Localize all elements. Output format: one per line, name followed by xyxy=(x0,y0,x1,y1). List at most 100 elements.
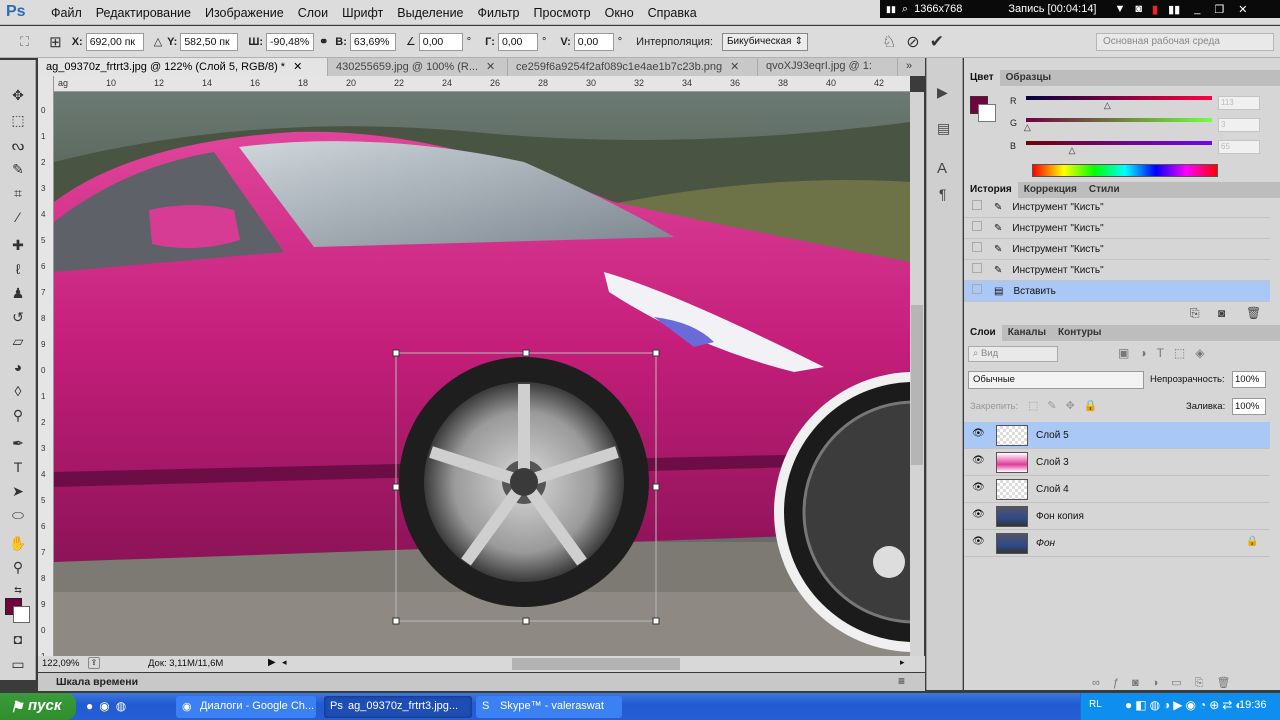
history-brush-tool-icon[interactable]: ↺ xyxy=(9,308,27,326)
r-slider-thumb[interactable]: △ xyxy=(1104,100,1111,111)
height-field[interactable] xyxy=(349,32,396,51)
warp-icon[interactable]: ♘ xyxy=(882,32,896,52)
healing-tool-icon[interactable]: ✚ xyxy=(9,236,27,254)
layer-actions[interactable]: ∞ƒ◙◑▭⎘🗑 xyxy=(1092,676,1243,690)
menu-select[interactable]: Выделение xyxy=(390,6,470,20)
tool-preset-icon[interactable]: ⛶ xyxy=(20,34,29,50)
commit-transform-icon[interactable]: ✔ xyxy=(930,32,944,52)
tray-icons[interactable]: ●◧◍◑▶◉◔⊕⇄◐ xyxy=(1125,698,1246,712)
brush-tool-icon[interactable]: ℓ xyxy=(9,260,27,278)
minimize-icon[interactable]: _ xyxy=(1194,3,1200,15)
properties-icon[interactable]: ▤ xyxy=(937,120,950,137)
opacity-field[interactable]: 100% xyxy=(1232,371,1266,388)
eye-icon[interactable]: 👁 xyxy=(972,455,985,466)
v-skew-field[interactable] xyxy=(573,32,614,51)
quick-launch-icons[interactable]: ●◉◍ xyxy=(86,699,132,713)
tabs-overflow-icon[interactable]: » xyxy=(898,58,925,76)
quick-mask-icon[interactable]: ◘ xyxy=(9,630,27,648)
reference-point-icon[interactable]: ⊞ xyxy=(49,33,62,51)
tab-styles[interactable]: Стили xyxy=(1083,182,1126,198)
layer-row[interactable]: 👁 Фон копия xyxy=(964,503,1270,530)
history-item[interactable]: ✎ Инструмент "Кисть" xyxy=(964,197,1270,218)
tab-color[interactable]: Цвет xyxy=(964,70,1000,86)
g-slider-thumb[interactable]: △ xyxy=(1024,122,1031,133)
x-field[interactable] xyxy=(85,32,144,51)
history-item[interactable]: ✎ Инструмент "Кисть" xyxy=(964,218,1270,239)
paragraph-icon[interactable]: ¶ xyxy=(939,186,947,202)
snapshot-icon[interactable]: ◙ xyxy=(1218,306,1225,320)
eye-icon[interactable]: 👁 xyxy=(972,482,985,493)
timeline-panel[interactable]: Шкала времени ≡ xyxy=(38,673,925,691)
paint-bucket-tool-icon[interactable]: ◕ xyxy=(9,358,27,376)
vertical-scroll-thumb[interactable] xyxy=(911,305,923,465)
width-field[interactable] xyxy=(266,32,315,51)
restore-icon[interactable]: ❐ xyxy=(1214,3,1224,16)
tab-document-1[interactable]: ag_09370z_frtrt3.jpg @ 122% (Слой 5, RGB… xyxy=(38,58,328,76)
angle-field[interactable] xyxy=(418,32,463,51)
path-select-tool-icon[interactable]: ➤ xyxy=(9,482,27,500)
type-tool-icon[interactable]: T xyxy=(9,458,27,476)
marquee-tool-icon[interactable]: ⬚ xyxy=(9,111,27,129)
b-slider[interactable] xyxy=(1026,141,1212,145)
g-slider[interactable] xyxy=(1026,118,1212,122)
menu-filter[interactable]: Фильтр xyxy=(471,6,527,20)
menu-type[interactable]: Шрифт xyxy=(335,6,390,20)
pen-tool-icon[interactable]: ✒ xyxy=(9,434,27,452)
eye-icon[interactable]: 👁 xyxy=(972,428,985,439)
layer-row[interactable]: 👁 Слой 3 xyxy=(964,449,1270,476)
r-slider[interactable] xyxy=(1026,96,1212,100)
interpolation-select[interactable]: Бикубическая ⇕ xyxy=(721,32,808,51)
taskbar-photoshop[interactable]: Ps ag_09370z_frtrt3.jpg... xyxy=(324,696,472,718)
layer-row[interactable]: 👁 Слой 4 xyxy=(964,476,1270,503)
blur-tool-icon[interactable]: ◊ xyxy=(9,382,27,400)
tab-channels[interactable]: Каналы xyxy=(1002,325,1052,341)
eye-icon[interactable]: 👁 xyxy=(972,509,985,520)
play-actions-icon[interactable]: ▶ xyxy=(937,84,948,101)
workspace-select[interactable]: Основная рабочая среда xyxy=(1096,33,1274,51)
eraser-tool-icon[interactable]: ▱ xyxy=(9,332,27,350)
menu-layers[interactable]: Слои xyxy=(291,6,335,20)
recorder-menu-icon[interactable]: ▮▮ xyxy=(886,4,896,15)
b-slider-thumb[interactable]: △ xyxy=(1069,145,1076,156)
new-doc-from-state-icon[interactable]: ⎘ xyxy=(1190,306,1200,321)
language-indicator[interactable]: RL xyxy=(1089,699,1102,710)
lasso-tool-icon[interactable]: ᔓ xyxy=(9,136,27,154)
camera-icon[interactable]: ◙ xyxy=(1135,3,1142,15)
history-item[interactable]: ✎ Инструмент "Кисть" xyxy=(964,239,1270,260)
eye-icon[interactable]: 👁 xyxy=(972,536,985,547)
move-tool-icon[interactable]: ✥ xyxy=(9,86,27,104)
taskbar-chrome[interactable]: ◉ Диалоги - Google Ch... xyxy=(176,696,316,718)
status-menu-arrow-icon[interactable]: ▶ xyxy=(268,657,276,668)
menu-view[interactable]: Просмотр xyxy=(527,6,598,20)
crop-tool-icon[interactable]: ⌗ xyxy=(9,184,27,202)
scroll-left-icon[interactable]: ◂ xyxy=(282,657,287,668)
menu-image[interactable]: Изображение xyxy=(198,6,291,20)
r-value[interactable]: 113 xyxy=(1218,96,1260,110)
swap-colors-icon[interactable]: ⇆ xyxy=(9,581,27,599)
zoom-tool-icon[interactable]: ⚲ xyxy=(9,558,27,576)
y-field[interactable] xyxy=(180,32,239,51)
record-icon[interactable]: ▮ xyxy=(1152,3,1158,16)
blend-mode-select[interactable]: Обычные xyxy=(968,371,1144,389)
background-color-chip[interactable] xyxy=(978,104,996,122)
eyedropper-tool-icon[interactable]: ⁄ xyxy=(9,208,27,226)
link-icon[interactable]: ⚭ xyxy=(319,35,328,48)
character-icon[interactable]: A xyxy=(937,160,947,177)
tab-paths[interactable]: Контуры xyxy=(1052,325,1107,341)
search-icon[interactable]: ⌕ xyxy=(902,3,908,16)
layer-row[interactable]: 👁 Слой 5 xyxy=(964,422,1270,449)
menu-window[interactable]: Окно xyxy=(598,6,641,20)
ellipse-tool-icon[interactable]: ⬭ xyxy=(9,506,27,524)
trash-icon[interactable]: 🗑 xyxy=(1246,306,1261,320)
tab-swatches[interactable]: Образцы xyxy=(1000,70,1057,86)
tab-document-3[interactable]: ce259f6a9254f2af089c1e4ae1b7c23b.png ✕ xyxy=(508,58,758,76)
screen-mode-icon[interactable]: ▭ xyxy=(9,655,27,673)
delta-icon[interactable]: △ xyxy=(154,35,162,48)
menu-file[interactable]: Файл xyxy=(44,6,89,20)
b-value[interactable]: 65 xyxy=(1218,140,1260,154)
color-spectrum-bar[interactable] xyxy=(1032,164,1218,177)
layer-filter-select[interactable]: ⌕ Вид xyxy=(968,346,1058,362)
history-item-selected[interactable]: ▤ Вставить xyxy=(964,281,1270,302)
cancel-transform-icon[interactable]: ⊘ xyxy=(906,32,919,52)
stamp-tool-icon[interactable]: ♟ xyxy=(9,284,27,302)
